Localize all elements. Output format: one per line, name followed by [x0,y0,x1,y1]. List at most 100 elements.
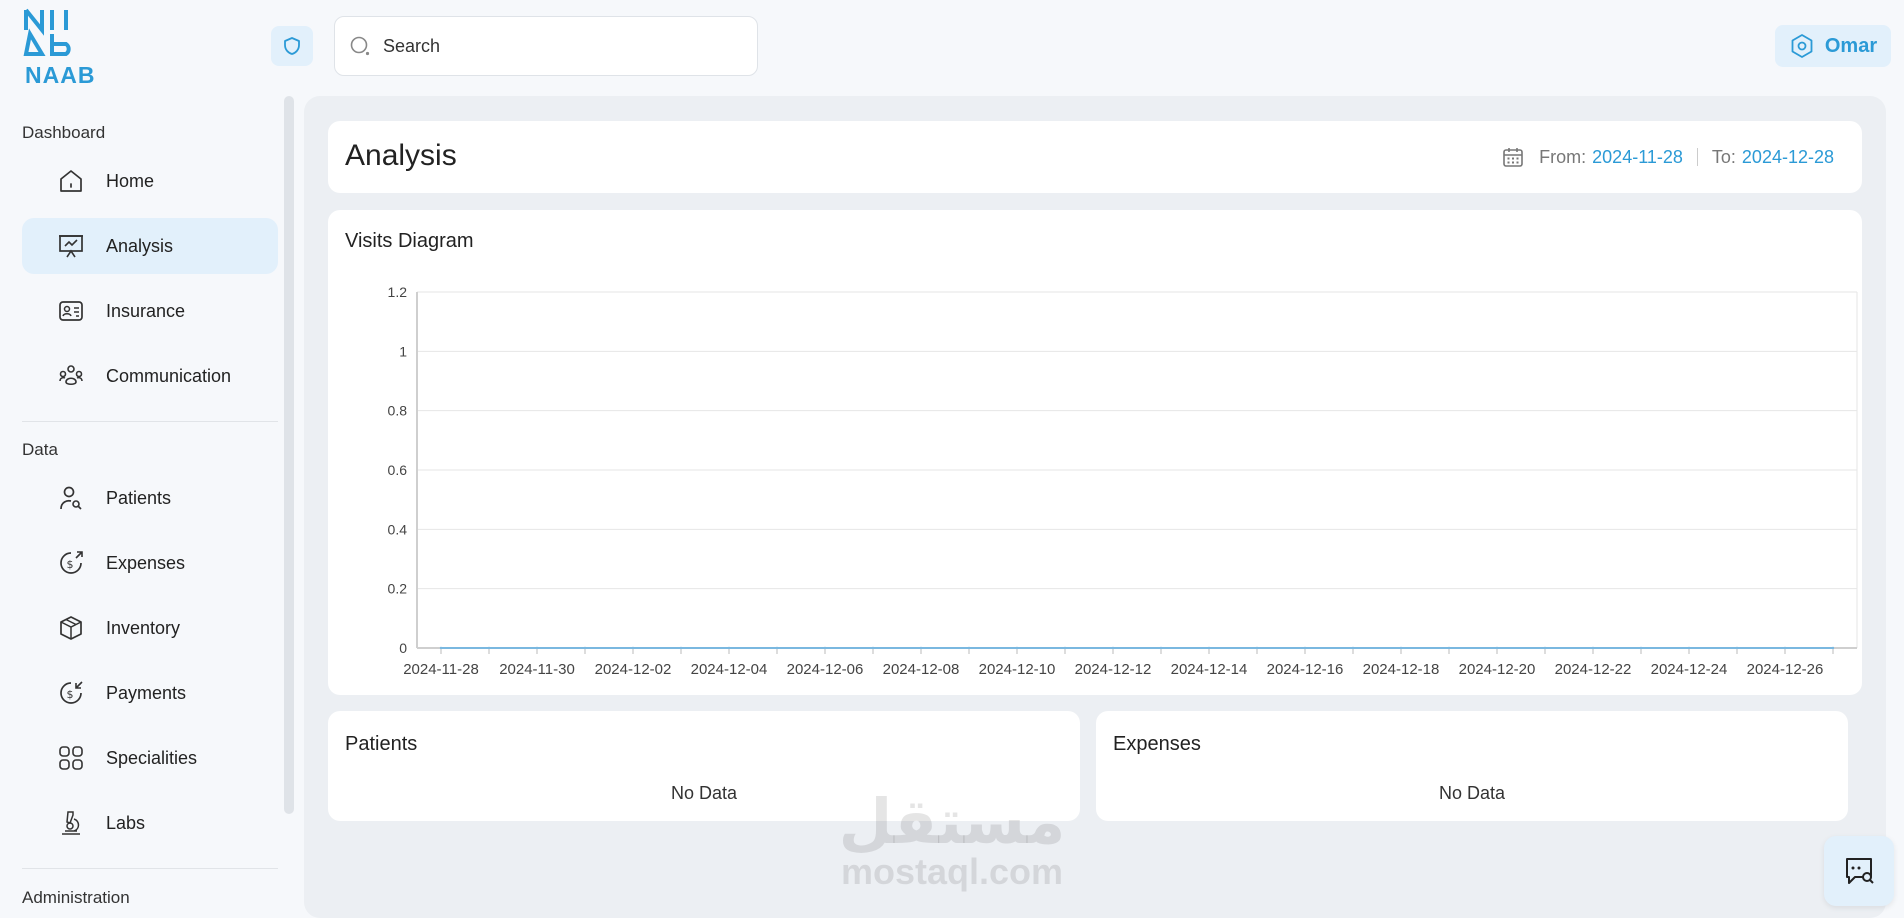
sidebar-scrollbar[interactable] [284,96,294,814]
shield-icon [284,37,300,55]
user-name: Omar [1824,34,1878,57]
sidebar-item-inventory[interactable]: Inventory [22,600,278,656]
sidebar-item-label: Communication [106,365,232,386]
data-point [1783,646,1787,650]
sidebar-item-label: Patients [106,487,172,508]
data-point [967,646,971,650]
from-label: From: [1539,146,1587,167]
data-point [1111,646,1115,650]
search-bar[interactable] [334,16,758,76]
x-tick-label: 2024-11-28 [403,661,479,678]
data-point [1831,646,1835,650]
data-point [1207,646,1211,650]
to-date[interactable]: 2024-12-28 [1742,147,1834,168]
page-title: Analysis [345,139,457,172]
data-point [1447,646,1451,650]
data-point [727,646,731,650]
sidebar-item-home[interactable]: Home [22,153,278,209]
data-point [823,646,827,650]
search-icon [350,36,370,56]
brand-name: NAAB [25,62,96,88]
svg-text:$: $ [67,688,74,701]
x-tick-label: 2024-12-02 [595,661,672,678]
data-point [583,646,587,650]
id-card-icon [56,296,86,326]
section-title-administration: Administration [22,888,130,907]
settings-hexagon-icon [1791,34,1813,58]
home-icon [56,166,86,196]
sidebar-item-analysis[interactable]: Analysis [22,218,278,274]
expenses-card: Expenses No Data [1096,711,1848,821]
sidebar-item-expenses[interactable]: $ Expenses [22,535,278,591]
data-point [679,646,683,650]
money-in-icon: $ [56,678,86,708]
sidebar-item-payments[interactable]: $ Payments [22,665,278,721]
sidebar-item-specialities[interactable]: Specialities [22,730,278,786]
shield-button[interactable] [271,26,313,66]
x-tick-label: 2024-12-12 [1075,661,1152,678]
chat-support-button[interactable] [1824,836,1894,906]
user-menu-button[interactable]: Omar [1775,25,1891,67]
x-tick-label: 2024-12-24 [1651,661,1728,678]
sidebar-item-insurance[interactable]: Insurance [22,283,278,339]
y-tick-label: 0.8 [388,403,408,419]
sidebar-item-label: Inventory [106,617,181,638]
data-point [871,646,875,650]
date-range-picker[interactable]: From: 2024-11-28 To: 2024-12-28 [1501,145,1834,169]
expenses-card-title: Expenses [1113,733,1201,755]
data-point [1399,646,1403,650]
y-tick-label: 1 [399,343,407,359]
data-point [1543,646,1547,650]
from-date[interactable]: 2024-11-28 [1592,147,1683,168]
to-label: To: [1711,146,1736,167]
search-input[interactable] [383,35,713,57]
y-tick-label: 0.4 [388,521,408,537]
visits-chart-card: Visits Diagram 0 0.2 0.4 0.6 0.8 1 1.2 2024-11-… [328,210,1862,695]
data-point [1063,646,1067,650]
sidebar-divider [22,868,278,869]
data-point [1687,646,1691,650]
presentation-chart-icon [56,231,86,261]
sidebar-item-label: Payments [106,682,187,703]
sidebar-item-label: Expenses [106,552,186,573]
watermark-arabic: مستقل [838,785,1066,858]
naab-logo-mark [23,8,71,56]
data-point [1639,646,1643,650]
data-point [487,646,491,650]
data-point [631,646,635,650]
box-icon [56,613,86,643]
sidebar-item-label: Labs [106,812,146,833]
data-point [535,646,539,650]
x-tick-label: 2024-12-26 [1747,661,1824,678]
sidebar-item-label: Specialities [106,747,198,768]
y-tick-label: 0.6 [388,462,408,478]
data-point [439,646,443,650]
x-tick-label: 2024-12-10 [979,661,1056,678]
data-point [1351,646,1355,650]
brand-logo[interactable]: NAAB [22,8,102,88]
data-point [1303,646,1307,650]
sidebar: Dashboard Home Analysis Insurance Commun… [0,96,294,918]
page-header: Analysis From: 2024-11-28 To: 2024-12-28 [328,121,1862,193]
data-point [1591,646,1595,650]
y-tick-label: 0.2 [388,581,408,597]
y-tick-label: 0 [399,640,407,656]
section-title-data: Data [22,440,58,459]
sidebar-item-labs[interactable]: Labs [22,795,278,851]
data-point [1015,646,1019,650]
visits-line-chart: 0 0.2 0.4 0.6 0.8 1 1.2 2024-11-28 2024-11-30 202… [388,284,1858,678]
chat-search-icon [1846,858,1874,884]
y-tick-label: 1.2 [388,284,408,300]
microscope-icon [56,808,86,838]
sidebar-item-communication[interactable]: Communication [22,348,278,404]
date-separator [1696,148,1698,166]
x-tick-label: 2024-12-04 [691,661,768,678]
grid-icon [56,743,86,773]
data-point [1255,646,1259,650]
x-tick-label: 2024-12-22 [1555,661,1632,678]
x-tick-label: 2024-12-14 [1171,661,1248,678]
sidebar-item-patients[interactable]: Patients [22,470,278,526]
watermark: مستقل mostaql.com [836,790,1068,890]
x-tick-label: 2024-12-20 [1459,661,1536,678]
x-tick-label: 2024-11-30 [499,661,575,678]
